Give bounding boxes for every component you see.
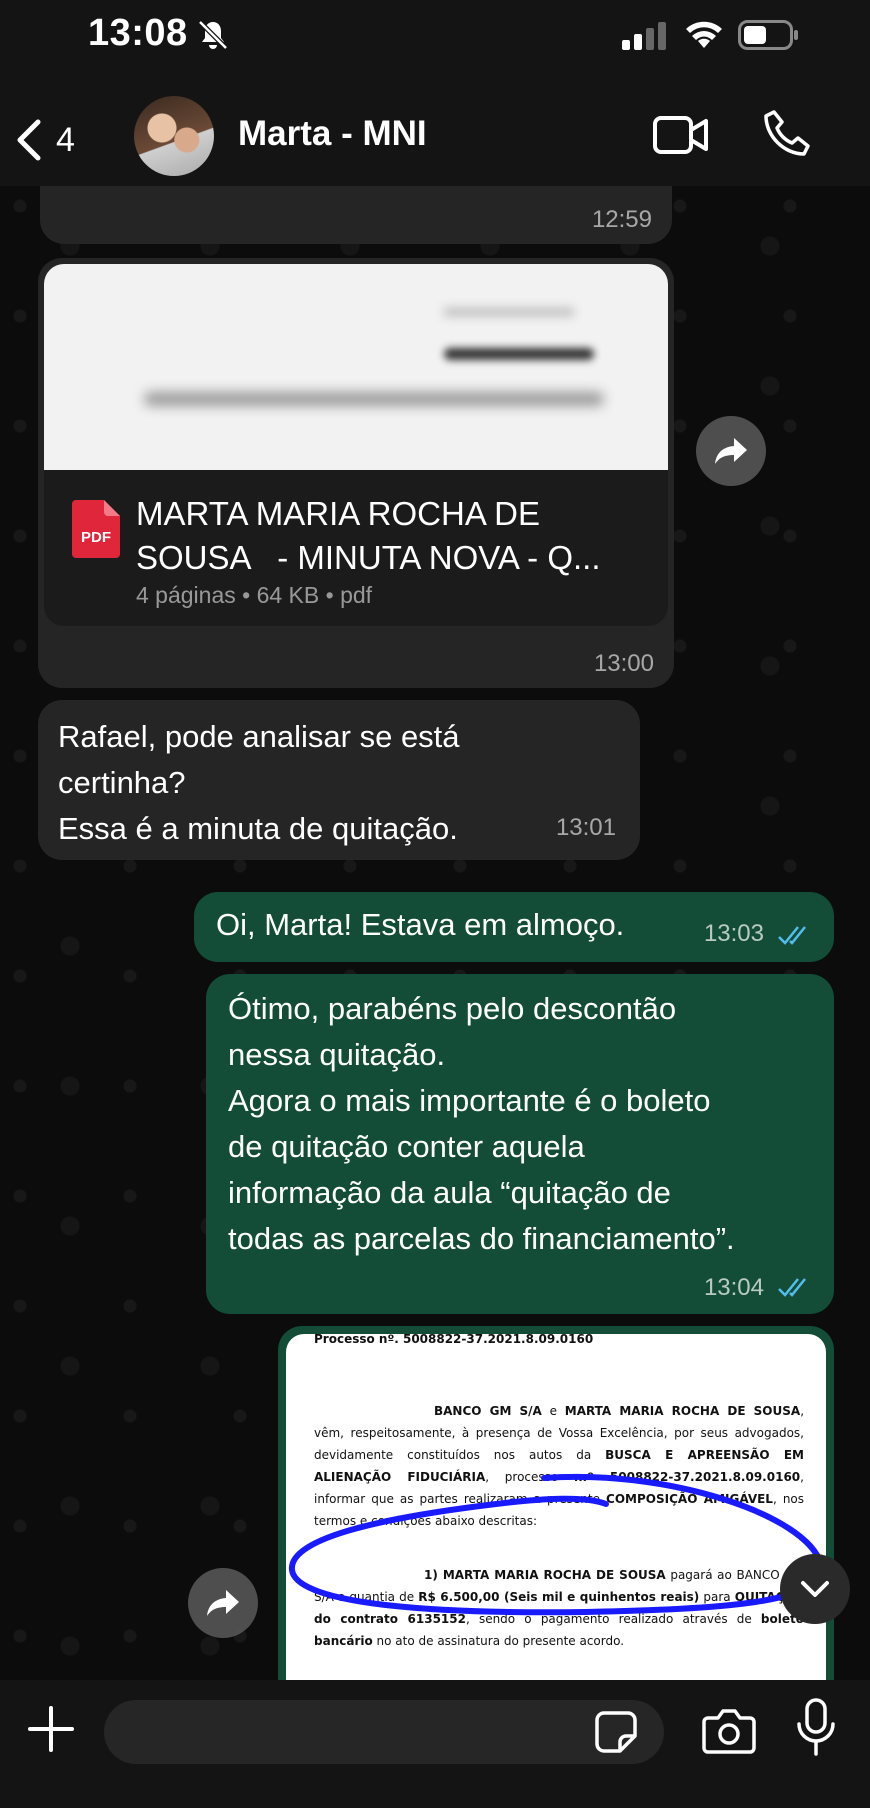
chevron-down-icon (801, 1581, 829, 1597)
message-text: Rafael, pode analisar se está certinha? … (58, 719, 460, 846)
document-photo[interactable]: Processo nº. 5008822-37.2021.8.09.0160 B… (286, 1334, 826, 1686)
message-time: 13:03 (703, 920, 764, 947)
outgoing-message[interactable]: Oi, Marta! Estava em almoço. 13:03 (194, 892, 834, 962)
video-call-icon[interactable] (652, 112, 710, 158)
preview-blur-line (444, 308, 574, 316)
forward-button[interactable] (188, 1568, 258, 1638)
composer-bar (0, 1680, 870, 1808)
back-button[interactable]: 4 (16, 114, 96, 166)
chevron-left-icon (17, 119, 41, 161)
scroll-to-bottom-button[interactable] (780, 1554, 850, 1624)
incoming-message[interactable]: Rafael, pode analisar se está certinha? … (38, 700, 640, 860)
cellular-signal-icon (622, 22, 666, 50)
doc-text: MARTA MARIA ROCHA DE SOUSA (564, 1404, 801, 1418)
microphone-icon[interactable] (796, 1698, 836, 1756)
status-bar: 13:08 (0, 0, 870, 90)
read-receipt-icon (778, 1278, 806, 1297)
document-info[interactable]: PDF MARTA MARIA ROCHA DE SOUSA - MINUTA … (44, 470, 668, 626)
doc-text: BANCO GM S/A (434, 1404, 542, 1418)
message-text: Ótimo, parabéns pelo descontão nessa qui… (228, 991, 735, 1256)
read-receipt-icon (778, 926, 806, 945)
message-time: 13:01 (555, 814, 616, 841)
forward-arrow-icon (715, 438, 747, 464)
pdf-label: PDF (81, 529, 111, 546)
plus-icon[interactable] (26, 1704, 76, 1754)
doc-text: e (541, 1404, 565, 1418)
preview-blur-line (144, 392, 604, 406)
document-file-name: MARTA MARIA ROCHA DE SOUSA - MINUTA NOVA… (136, 495, 601, 576)
pen-annotation (289, 1473, 825, 1616)
forward-arrow-icon (207, 1590, 239, 1616)
battery-icon (738, 20, 798, 50)
doc-text: no ato de assinatura do presente acordo. (372, 1634, 625, 1648)
process-number: Processo nº. 5008822-37.2021.8.09.0160 (314, 1334, 594, 1346)
message-time: 13:00 (593, 650, 654, 677)
status-time: 13:08 (88, 12, 188, 54)
document-message[interactable]: PDF MARTA MARIA ROCHA DE SOUSA - MINUTA … (38, 258, 674, 688)
message-input[interactable] (104, 1700, 664, 1764)
document-preview[interactable] (44, 264, 668, 470)
phone-call-icon[interactable] (762, 108, 812, 158)
document-meta: 4 páginas • 64 KB • pdf (136, 582, 373, 608)
preview-blur-line (444, 348, 594, 360)
sticker-icon[interactable] (594, 1710, 638, 1754)
unread-count: 4 (56, 120, 75, 159)
wifi-icon (686, 21, 722, 48)
forward-button[interactable] (696, 416, 766, 486)
camera-icon[interactable] (702, 1706, 756, 1756)
image-message[interactable]: Processo nº. 5008822-37.2021.8.09.0160 B… (278, 1326, 834, 1686)
message-bubble-partial[interactable]: 12:59 (40, 186, 672, 244)
bell-muted-icon (198, 20, 228, 50)
contact-name[interactable]: Marta - MNI (238, 114, 427, 154)
chat-header: 4 Marta - MNI (0, 90, 870, 186)
outgoing-message[interactable]: Ótimo, parabéns pelo descontão nessa qui… (206, 974, 834, 1314)
message-time: 12:59 (591, 206, 652, 233)
pdf-file-icon: PDF (72, 500, 120, 558)
message-time: 13:04 (703, 1274, 764, 1301)
avatar[interactable] (134, 96, 214, 176)
